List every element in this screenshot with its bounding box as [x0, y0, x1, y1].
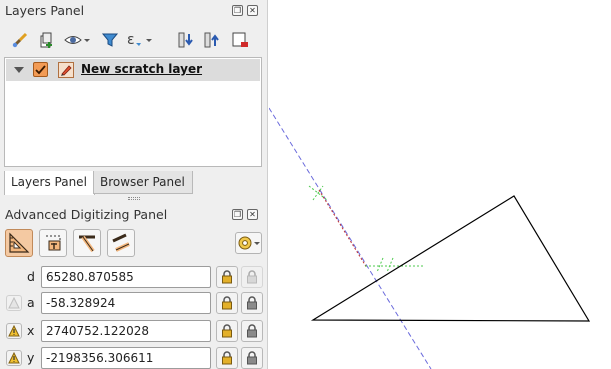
visibility-eye-icon[interactable] [62, 28, 92, 52]
remove-layer-icon[interactable] [228, 28, 252, 52]
collapse-all-icon[interactable] [200, 28, 224, 52]
repeat-lock-icon[interactable] [241, 320, 263, 342]
map-canvas[interactable] [268, 0, 611, 369]
field-row-x: x [0, 320, 268, 342]
repeat-lock-icon[interactable] [241, 347, 263, 369]
layer-name: New scratch layer [81, 62, 203, 76]
construction-mode-button[interactable] [39, 229, 67, 257]
x-coordinate-input[interactable] [41, 320, 211, 342]
relative-x-icon[interactable] [6, 323, 22, 339]
editing-pencil-icon [58, 62, 74, 78]
lock-icon[interactable] [216, 320, 238, 342]
adv-panel-titlebar: Advanced Digitizing Panel ❐ ✕ [0, 204, 268, 226]
close-panel-button[interactable]: ✕ [247, 209, 258, 220]
add-group-icon[interactable] [34, 28, 58, 52]
expand-all-icon[interactable] [174, 28, 198, 52]
field-label-a: a [27, 295, 35, 310]
dock-area: Layers Panel ❐ ✕ ε New scratch layer Lay… [0, 0, 268, 369]
field-row-a: a [0, 292, 268, 314]
perpendicular-button[interactable] [73, 229, 101, 257]
style-brush-icon[interactable] [8, 28, 32, 52]
tab-layers-panel[interactable]: Layers Panel [4, 171, 95, 195]
field-row-d: d [0, 266, 268, 288]
layer-tree[interactable]: New scratch layer [4, 57, 262, 167]
relative-y-icon[interactable] [6, 350, 22, 366]
y-coordinate-input[interactable] [41, 347, 211, 369]
map-drawing[interactable] [268, 0, 611, 369]
field-row-y: y [0, 347, 268, 369]
repeat-lock-icon[interactable] [241, 292, 263, 314]
lock-icon[interactable] [216, 292, 238, 314]
layer-row[interactable]: New scratch layer [6, 59, 260, 81]
lock-icon[interactable] [216, 266, 238, 288]
construction-guide-line [268, 107, 432, 369]
field-label-d: d [27, 269, 35, 284]
layers-toolbar: ε [4, 28, 264, 54]
float-panel-button[interactable]: ❐ [232, 5, 243, 16]
tab-browser-panel[interactable]: Browser Panel [93, 171, 193, 194]
svg-text:ε: ε [127, 32, 135, 48]
parallel-button[interactable] [107, 229, 135, 257]
construction-segment [318, 189, 368, 269]
layers-panel-title: Layers Panel [5, 3, 85, 18]
filter-expression-icon[interactable]: ε [124, 28, 154, 52]
enable-digitizing-tools-button[interactable] [5, 229, 33, 257]
settings-gear-button[interactable] [235, 232, 262, 254]
layers-panel-titlebar: Layers Panel ❐ ✕ [0, 0, 268, 22]
relative-angle-icon[interactable] [6, 295, 22, 311]
float-panel-button[interactable]: ❐ [232, 209, 243, 220]
dock-tabs: Layers Panel Browser Panel [4, 171, 262, 195]
filter-funnel-icon[interactable] [98, 28, 122, 52]
repeat-lock-icon[interactable] [241, 266, 263, 288]
distance-input[interactable] [41, 266, 211, 288]
layer-visibility-checkbox[interactable] [33, 62, 48, 77]
lock-icon[interactable] [216, 347, 238, 369]
dock-splitter[interactable] [128, 197, 140, 200]
field-label-x: x [27, 323, 35, 338]
angle-input[interactable] [41, 292, 211, 314]
expand-arrow-icon[interactable] [14, 67, 24, 73]
adv-panel-title: Advanced Digitizing Panel [5, 207, 168, 222]
close-panel-button[interactable]: ✕ [247, 5, 258, 16]
digitized-polygon[interactable] [310, 195, 591, 322]
field-label-y: y [27, 350, 35, 365]
